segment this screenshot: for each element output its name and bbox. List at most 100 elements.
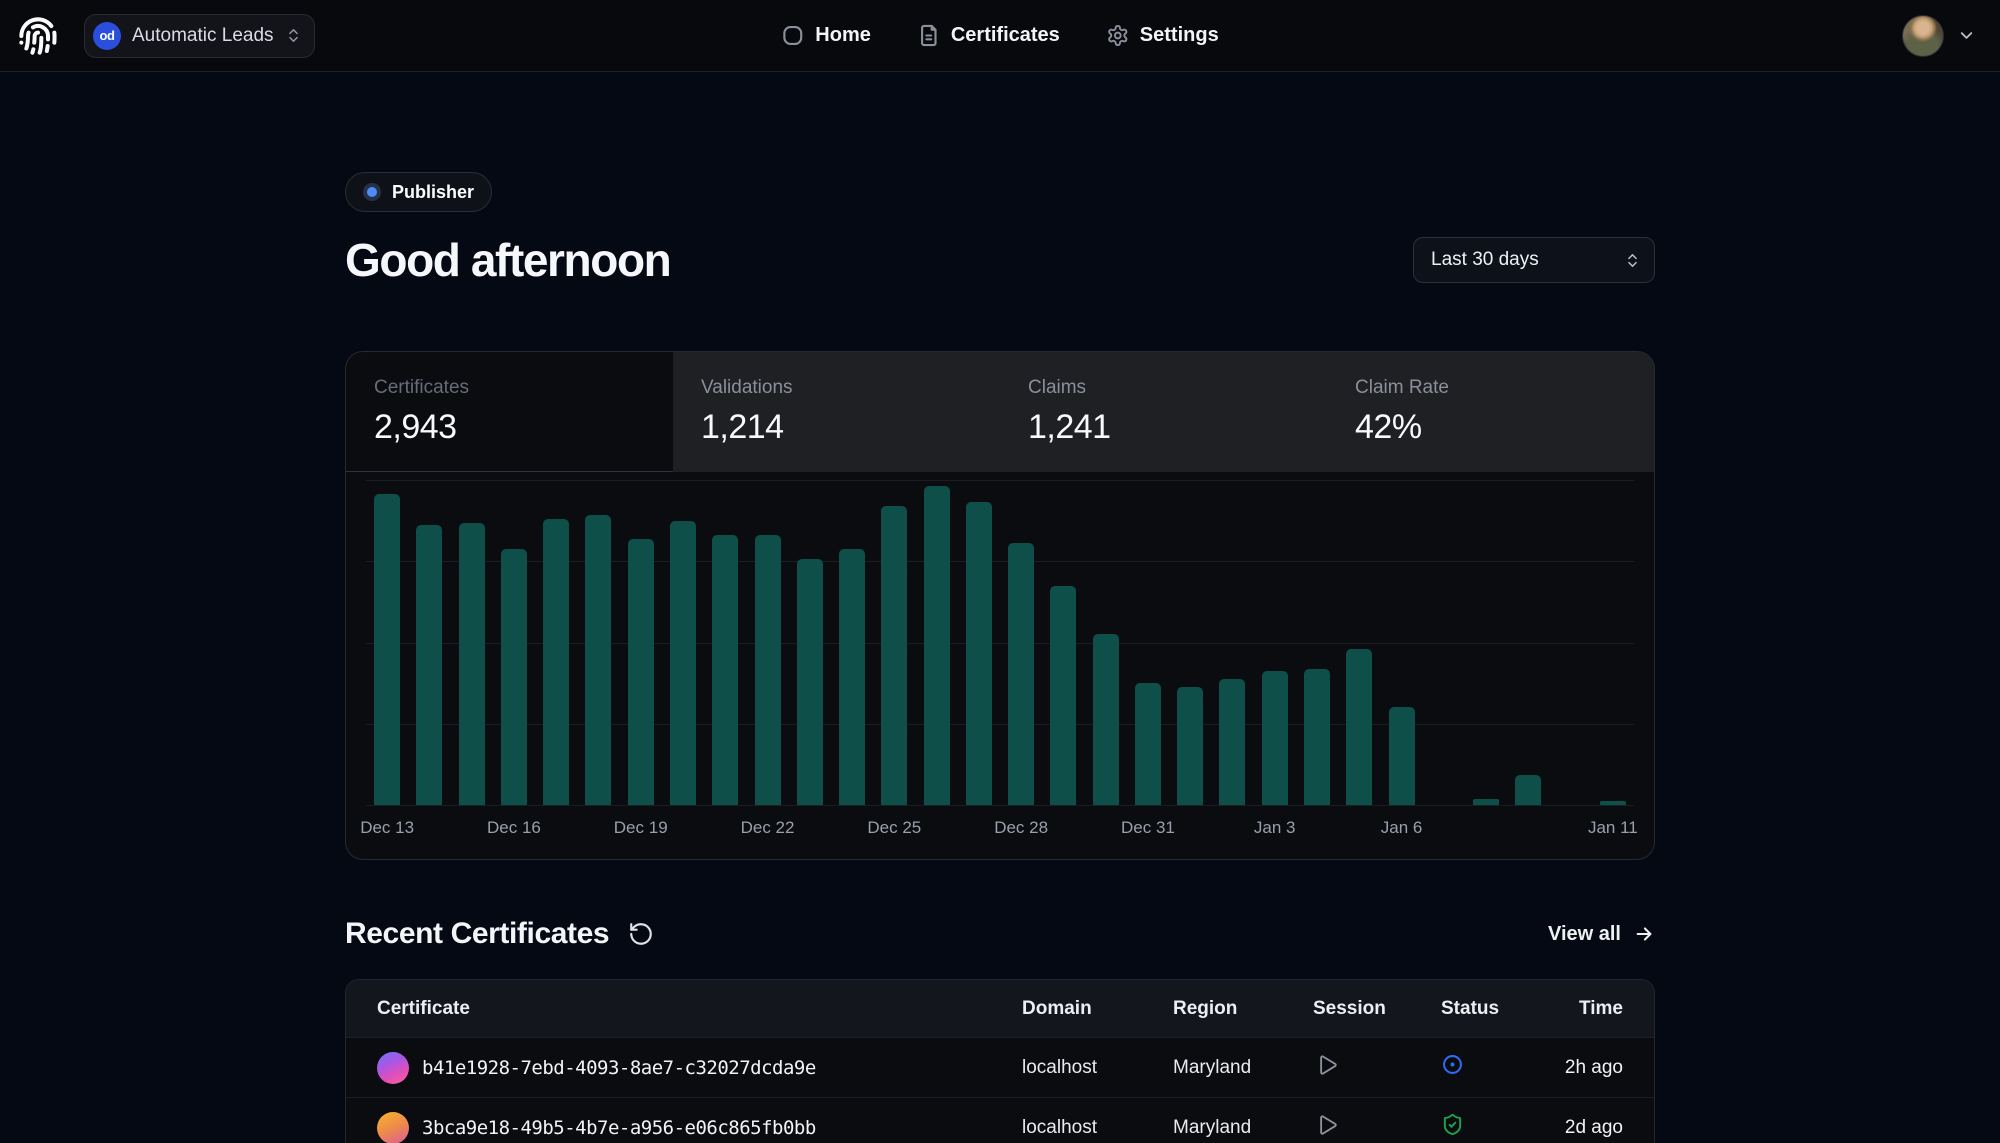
x-axis-tick-label: Dec 22 — [741, 818, 795, 838]
chart-bar — [1177, 687, 1203, 805]
chevrons-up-down-icon — [285, 27, 302, 44]
chart-bar-slot — [1423, 480, 1465, 805]
chart-bar — [1050, 586, 1076, 805]
chevron-down-icon[interactable] — [1957, 26, 1976, 45]
domain-cell: localhost — [1022, 1057, 1173, 1079]
chart-bar-slot — [873, 480, 915, 805]
badge-dot-icon — [363, 183, 381, 201]
certificate-cell: 3bca9e18-49b5-4b7e-a956-e06c865fb0bb — [377, 1112, 1022, 1143]
fingerprint-logo-icon[interactable] — [18, 16, 58, 56]
badge-label: Publisher — [392, 182, 474, 203]
column-header-status: Status — [1441, 998, 1546, 1020]
table-body: b41e1928-7ebd-4093-8ae7-c32027dcda9e loca… — [346, 1037, 1654, 1143]
x-axis-tick-label: Dec 28 — [994, 818, 1048, 838]
chart-bar — [1135, 683, 1161, 805]
certificate-id: 3bca9e18-49b5-4b7e-a956-e06c865fb0bb — [422, 1117, 816, 1139]
workspace-name: Automatic Leads — [132, 25, 274, 47]
stats-card: Certificates 2,943 Validations 1,214 Cla… — [345, 351, 1655, 860]
stats-tabs: Certificates 2,943 Validations 1,214 Cla… — [346, 352, 1654, 472]
chart-bar-slot — [1042, 480, 1084, 805]
chart-bar-slot — [493, 480, 535, 805]
region-cell: Maryland — [1173, 1057, 1313, 1079]
certificate-id: b41e1928-7ebd-4093-8ae7-c32027dcda9e — [422, 1057, 816, 1079]
chart-bars — [366, 480, 1634, 805]
chart-bar — [670, 521, 696, 805]
chart-bar-slot — [831, 480, 873, 805]
stats-tab-certificates[interactable]: Certificates 2,943 — [346, 352, 673, 472]
region-cell: Maryland — [1173, 1117, 1313, 1139]
date-range-value: Last 30 days — [1431, 249, 1539, 271]
gear-icon — [1106, 24, 1129, 47]
chart-bar-slot — [746, 480, 788, 805]
chart-x-labels: Dec 13Dec 16Dec 19Dec 22Dec 25Dec 28Dec … — [366, 805, 1634, 845]
nav-item-settings[interactable]: Settings — [1106, 24, 1219, 47]
chart-bar — [1389, 707, 1415, 805]
chart-bar — [755, 535, 781, 805]
play-icon[interactable] — [1313, 1112, 1339, 1138]
certificates-bar-chart: Dec 13Dec 16Dec 19Dec 22Dec 25Dec 28Dec … — [346, 472, 1654, 859]
stats-tab-claim-rate[interactable]: Claim Rate 42% — [1327, 352, 1654, 472]
chart-bar — [1262, 671, 1288, 805]
chart-bar — [966, 502, 992, 805]
section-title: Recent Certificates — [345, 917, 609, 951]
certificate-avatar — [377, 1112, 409, 1143]
chart-bar — [1008, 543, 1034, 805]
table-header-row: Certificate Domain Region Session Status… — [346, 980, 1654, 1037]
chart-bar-slot — [662, 480, 704, 805]
chart-bar — [712, 535, 738, 805]
x-axis-tick-label: Dec 25 — [867, 818, 921, 838]
workspace-switcher[interactable]: od Automatic Leads — [84, 14, 315, 58]
chart-bar-slot — [789, 480, 831, 805]
x-axis-tick-label: Jan 3 — [1254, 818, 1296, 838]
chart-bar — [628, 539, 654, 805]
chart-bar-slot — [1296, 480, 1338, 805]
chart-bar-slot — [451, 480, 493, 805]
x-axis-tick-label: Dec 19 — [614, 818, 668, 838]
stats-tab-claims[interactable]: Claims 1,241 — [1000, 352, 1327, 472]
chart-bar — [1093, 634, 1119, 805]
date-range-select[interactable]: Last 30 days — [1413, 237, 1655, 283]
chart-bar-slot — [915, 480, 957, 805]
certificates-table: Certificate Domain Region Session Status… — [345, 979, 1655, 1143]
x-axis-tick-label: Dec 13 — [360, 818, 414, 838]
chart-bar-slot — [1127, 480, 1169, 805]
chevrons-up-down-icon — [1624, 252, 1641, 269]
nav-item-certificates[interactable]: Certificates — [917, 24, 1060, 47]
chart-bar-slot — [620, 480, 662, 805]
chart-bar — [1346, 649, 1372, 805]
top-nav: od Automatic Leads Home Certificates — [0, 0, 2000, 72]
chart-bar-slot — [704, 480, 746, 805]
status-cell — [1441, 1113, 1546, 1142]
hero-section: Publisher Good afternoon Last 30 days — [345, 72, 1655, 287]
view-all-link[interactable]: View all — [1548, 923, 1655, 946]
chart-bar-slot — [1338, 480, 1380, 805]
status-cell — [1441, 1053, 1546, 1082]
table-row[interactable]: b41e1928-7ebd-4093-8ae7-c32027dcda9e loca… — [346, 1037, 1654, 1097]
chart-bar-slot — [1169, 480, 1211, 805]
column-header-region: Region — [1173, 998, 1313, 1020]
home-icon — [781, 24, 804, 47]
publisher-badge: Publisher — [345, 172, 492, 212]
chart-bar-slot — [1254, 480, 1296, 805]
chart-bar-slot — [366, 480, 408, 805]
page-title: Good afternoon — [345, 233, 670, 287]
chart-bar — [797, 559, 823, 805]
table-row[interactable]: 3bca9e18-49b5-4b7e-a956-e06c865fb0bbloca… — [346, 1097, 1654, 1143]
user-avatar[interactable] — [1902, 15, 1944, 57]
shield-check-icon — [1441, 1113, 1464, 1136]
column-header-time: Time — [1546, 998, 1623, 1020]
circle-dot-icon — [1441, 1053, 1464, 1076]
refresh-icon[interactable] — [628, 921, 654, 947]
session-cell — [1313, 1112, 1441, 1143]
nav-item-home[interactable]: Home — [781, 24, 871, 47]
chart-bar-slot — [1507, 480, 1549, 805]
certificate-cell: b41e1928-7ebd-4093-8ae7-c32027dcda9e — [377, 1052, 1022, 1084]
session-cell — [1313, 1052, 1441, 1084]
chart-bar-slot — [577, 480, 619, 805]
chart-bar-slot — [1549, 480, 1591, 805]
column-header-domain: Domain — [1022, 998, 1173, 1020]
play-icon[interactable] — [1313, 1052, 1339, 1078]
stats-tab-validations[interactable]: Validations 1,214 — [673, 352, 1000, 472]
x-axis-tick-label: Dec 31 — [1121, 818, 1175, 838]
chart-bar — [1515, 775, 1541, 805]
